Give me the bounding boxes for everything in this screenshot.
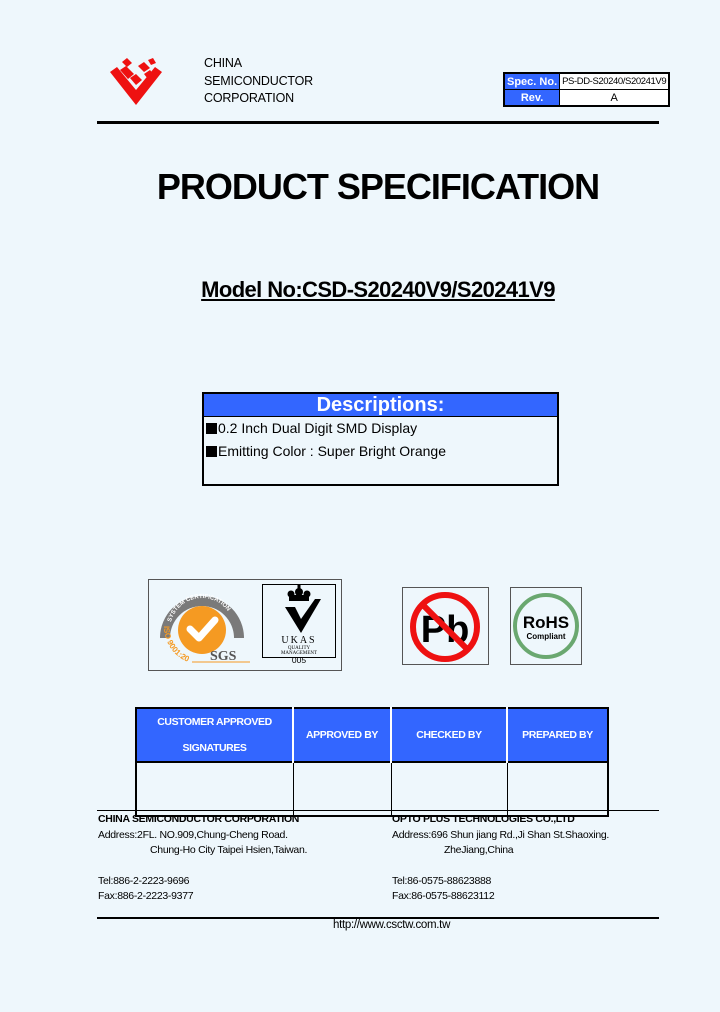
spec-label: Spec. No. — [503, 72, 561, 90]
prepared-by-cell — [506, 761, 609, 817]
header-prepared-by: PREPARED BY — [506, 707, 609, 763]
spec-row: Spec. No. PS-DD-S20240/S20241V9 — [503, 72, 670, 90]
description-text: Emitting Color : Super Bright Orange — [218, 443, 446, 459]
lead-free-pb-icon: Pb — [402, 587, 489, 665]
footer-address: Chung-Ho City Taipei Hsien,Taiwan. — [150, 844, 308, 856]
footer-divider — [97, 810, 659, 811]
description-item: Emitting Color : Super Bright Orange — [204, 440, 557, 463]
spec-table: Spec. No. PS-DD-S20240/S20241V9 Rev. A — [503, 72, 671, 107]
ukas-name: UKAS — [281, 635, 316, 646]
company-name-line: SEMICONDUCTOR — [204, 73, 313, 88]
descriptions-heading: Descriptions: — [204, 394, 557, 417]
header-customer-approved: CUSTOMER APPROVED SIGNATURES — [135, 707, 294, 763]
footer-company: OPTO PLUS TECHNOLOGIES CO.,LTD — [392, 813, 575, 825]
footer-fax: Fax:86-0575-88623112 — [392, 890, 495, 902]
spec-value: PS-DD-S20240/S20241V9 — [559, 72, 670, 90]
signatures-row — [135, 761, 609, 817]
square-bullet-icon — [206, 423, 217, 434]
footer-address: ZheJiang,China — [444, 844, 514, 856]
signatures-table: CUSTOMER APPROVED SIGNATURES APPROVED BY… — [135, 707, 609, 817]
description-text: 0.2 Inch Dual Digit SMD Display — [218, 420, 418, 436]
footer-fax: Fax:886-2-2223-9377 — [98, 890, 194, 902]
header-divider — [97, 121, 659, 124]
rohs-title: RoHS — [523, 613, 569, 632]
rohs-subtitle: Compliant — [526, 632, 565, 641]
customer-signature-cell — [135, 761, 294, 817]
approved-by-cell — [292, 761, 392, 817]
rohs-compliant-icon: RoHS Compliant — [510, 587, 582, 665]
footer-tel: Tel:886-2-2223-9696 — [98, 874, 190, 887]
footer-address: Address:696 Shun jiang Rd.,Ji Shan St.Sh… — [392, 828, 610, 841]
signatures-header-row: CUSTOMER APPROVED SIGNATURES APPROVED BY… — [135, 707, 609, 763]
description-item: 0.2 Inch Dual Digit SMD Display — [204, 417, 557, 440]
company-name-line: CORPORATION — [204, 91, 294, 105]
header-checked-by: CHECKED BY — [390, 707, 508, 763]
footer-tel: Tel:86-0575-88623888 — [392, 874, 492, 887]
checked-by-cell — [390, 761, 508, 817]
descriptions-box: Descriptions: 0.2 Inch Dual Digit SMD Di… — [202, 392, 559, 486]
rev-label: Rev. — [503, 89, 561, 107]
ukas-quality-icon: UKAS QUALITY MANAGEMENT — [262, 584, 336, 658]
square-bullet-icon — [206, 446, 217, 457]
footer-company: CHINA SEMICONDUCTOR CORPORATION — [98, 813, 300, 825]
company-logo-icon — [110, 58, 162, 105]
rev-row: Rev. A — [503, 89, 670, 107]
footer-right-contact: OPTO PLUS TECHNOLOGIES CO.,LTD Address:6… — [392, 812, 609, 905]
sgs-iso-certification-icon: SYSTEM CERTIFICATION ISO 9001:2000 SGS — [152, 582, 250, 664]
model-number: Model No:CSD-S20240V9/S20241V9 — [201, 277, 555, 302]
page-title: PRODUCT SPECIFICATION — [156, 166, 600, 207]
header-text: SIGNATURES — [182, 742, 247, 754]
header-text: CUSTOMER APPROVED — [157, 716, 272, 728]
footer-left-contact: CHINA SEMICONDUCTOR CORPORATION Address:… — [98, 812, 307, 905]
company-name: CHINA SEMICONDUCTOR CORPORATION — [204, 55, 313, 108]
footer-address: Address:2FL. NO.909,Chung-Cheng Road. — [98, 828, 288, 841]
company-name-line: CHINA — [204, 56, 242, 70]
rev-value: A — [559, 89, 670, 107]
website-link[interactable]: http://www.csctw.com.tw — [333, 919, 450, 931]
header-approved-by: APPROVED BY — [292, 707, 392, 763]
ukas-code: 005 — [291, 655, 307, 665]
